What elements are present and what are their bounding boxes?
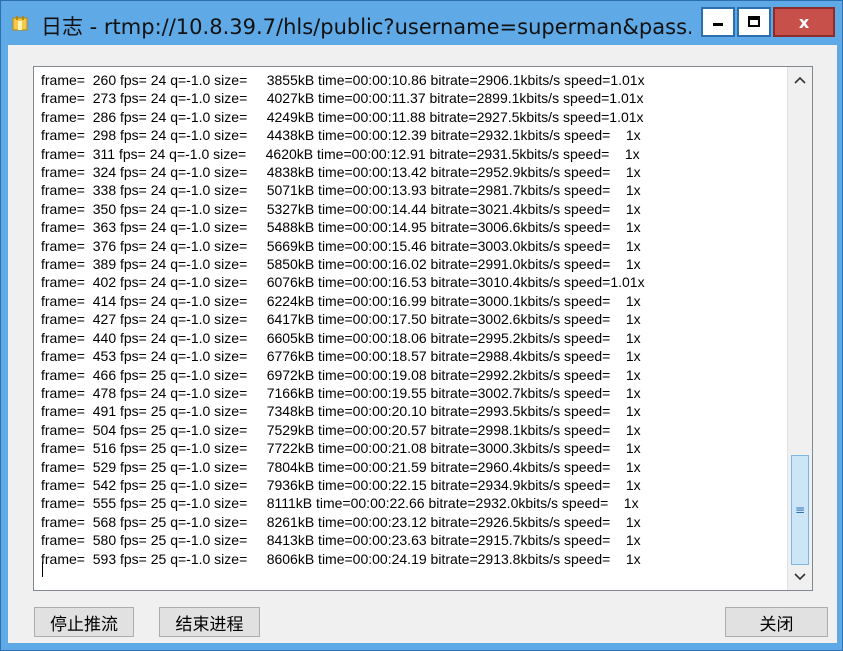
text-caret	[42, 562, 43, 577]
log-line: frame= 529 fps= 25 q=-1.0 size= 7804kB t…	[41, 458, 641, 475]
scroll-thumb[interactable]: ≡	[791, 455, 809, 565]
chevron-down-icon	[794, 573, 806, 581]
minimize-icon	[713, 23, 723, 26]
log-line: frame= 338 fps= 24 q=-1.0 size= 5071kB t…	[41, 182, 641, 199]
log-line: frame= 260 fps= 24 q=-1.0 size= 3855kB t…	[41, 72, 645, 88]
vertical-scrollbar[interactable]: ≡	[787, 67, 812, 590]
log-line: frame= 542 fps= 25 q=-1.0 size= 7936kB t…	[41, 476, 641, 493]
log-line: frame= 311 fps= 24 q=-1.0 size= 4620kB t…	[41, 145, 640, 162]
window-client-area: frame= 260 fps= 24 q=-1.0 size= 3855kB t…	[8, 45, 837, 643]
grip-icon: ≡	[794, 503, 806, 517]
close-icon: x	[798, 12, 810, 32]
log-line: frame= 516 fps= 25 q=-1.0 size= 7722kB t…	[41, 440, 641, 457]
log-line: frame= 491 fps= 25 q=-1.0 size= 7348kB t…	[41, 403, 641, 420]
log-line: frame= 568 fps= 25 q=-1.0 size= 8261kB t…	[41, 513, 641, 530]
log-line: frame= 427 fps= 24 q=-1.0 size= 6417kB t…	[41, 311, 641, 328]
log-line: frame= 504 fps= 25 q=-1.0 size= 7529kB t…	[41, 421, 641, 438]
close-window-button[interactable]: x	[773, 7, 835, 37]
scroll-up-button[interactable]	[788, 69, 812, 91]
log-line: frame= 350 fps= 24 q=-1.0 size= 5327kB t…	[41, 200, 641, 217]
log-line: frame= 466 fps= 25 q=-1.0 size= 6972kB t…	[41, 366, 641, 383]
log-line: frame= 389 fps= 24 q=-1.0 size= 5850kB t…	[41, 256, 641, 273]
log-output: frame= 260 fps= 24 q=-1.0 size= 3855kB t…	[41, 71, 801, 568]
log-line: frame= 324 fps= 24 q=-1.0 size= 4838kB t…	[41, 164, 641, 181]
close-button[interactable]: 关闭	[725, 607, 828, 637]
log-line: frame= 363 fps= 24 q=-1.0 size= 5488kB t…	[41, 219, 641, 236]
app-icon	[11, 15, 29, 33]
log-textarea[interactable]: frame= 260 fps= 24 q=-1.0 size= 3855kB t…	[33, 66, 813, 591]
log-line: frame= 286 fps= 24 q=-1.0 size= 4249kB t…	[41, 108, 644, 125]
log-line: frame= 402 fps= 24 q=-1.0 size= 6076kB t…	[41, 274, 645, 291]
log-line: frame= 580 fps= 25 q=-1.0 size= 8413kB t…	[41, 532, 641, 549]
chevron-up-icon	[794, 76, 806, 84]
log-line: frame= 453 fps= 24 q=-1.0 size= 6776kB t…	[41, 348, 641, 365]
log-window: 日志 - rtmp://10.8.39.7/hls/public?usernam…	[0, 0, 843, 651]
log-line: frame= 555 fps= 25 q=-1.0 size= 8111kB t…	[41, 495, 639, 512]
log-line: frame= 440 fps= 24 q=-1.0 size= 6605kB t…	[41, 329, 641, 346]
log-line: frame= 414 fps= 24 q=-1.0 size= 6224kB t…	[41, 292, 641, 309]
maximize-icon	[748, 16, 760, 27]
log-line: frame= 298 fps= 24 q=-1.0 size= 4438kB t…	[41, 127, 641, 144]
window-title: 日志 - rtmp://10.8.39.7/hls/public?usernam…	[41, 15, 691, 39]
scroll-down-button[interactable]	[788, 566, 812, 588]
log-line: frame= 273 fps= 24 q=-1.0 size= 4027kB t…	[41, 90, 644, 107]
title-bar[interactable]: 日志 - rtmp://10.8.39.7/hls/public?usernam…	[1, 1, 842, 45]
end-process-button[interactable]: 结束进程	[159, 607, 260, 637]
log-line: frame= 478 fps= 24 q=-1.0 size= 7166kB t…	[41, 384, 641, 401]
log-line: frame= 593 fps= 25 q=-1.0 size= 8606kB t…	[41, 550, 641, 567]
log-line: frame= 376 fps= 24 q=-1.0 size= 5669kB t…	[41, 237, 641, 254]
maximize-button[interactable]	[737, 7, 771, 37]
stop-push-button[interactable]: 停止推流	[34, 607, 134, 637]
minimize-button[interactable]	[701, 7, 735, 37]
